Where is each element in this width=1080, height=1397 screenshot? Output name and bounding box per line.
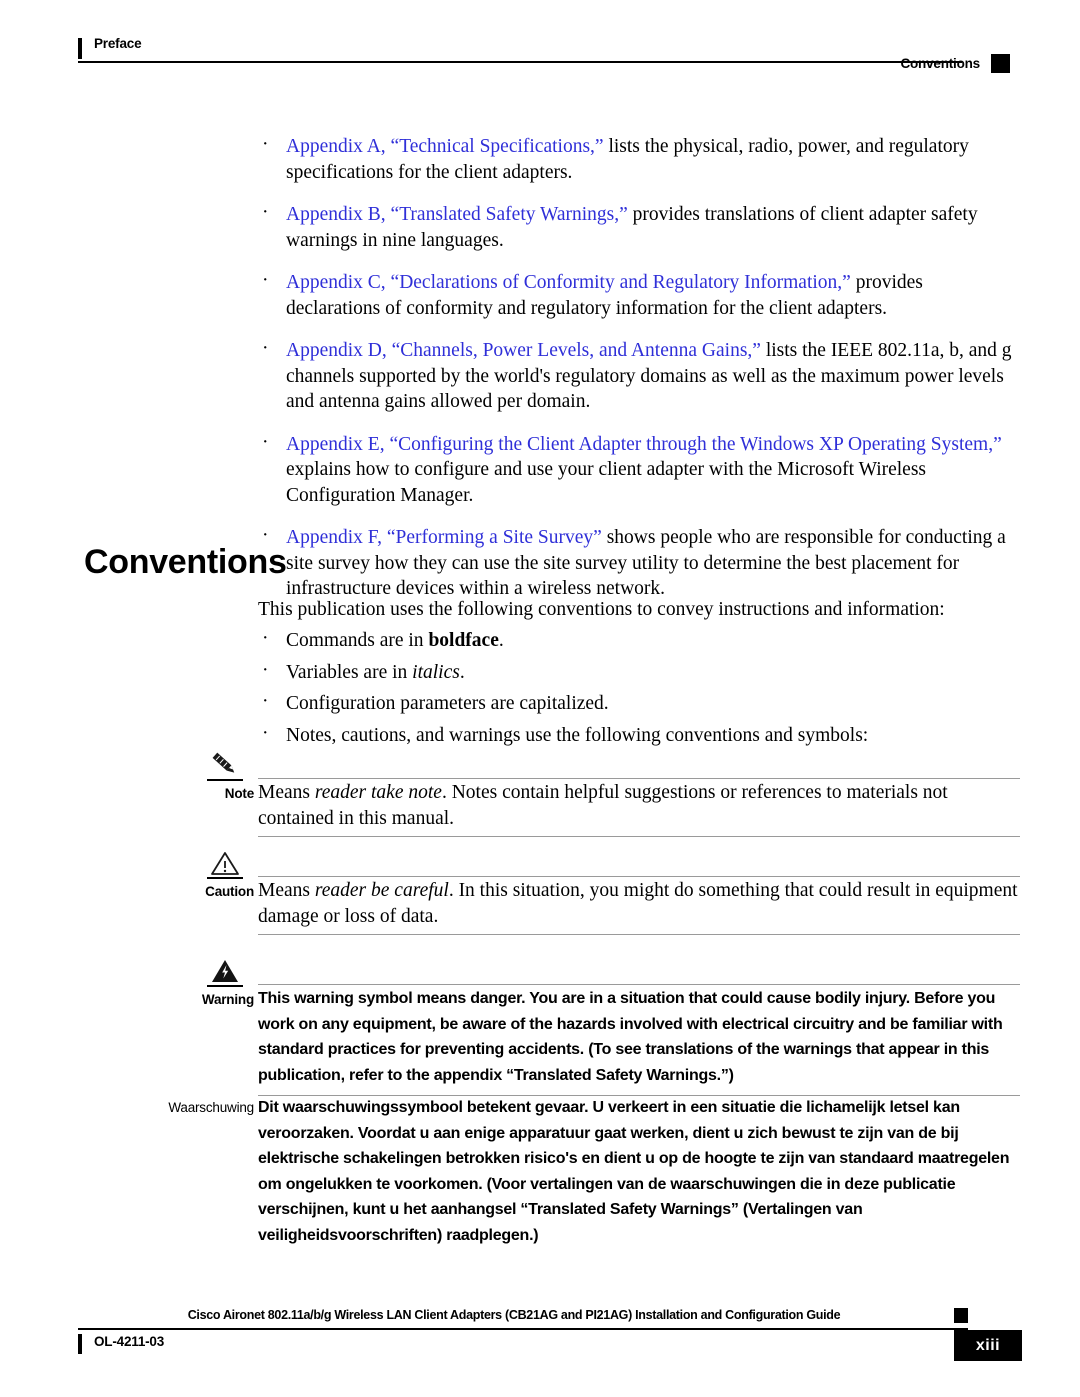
waarschuwing-body: Dit waarschuwingssymbool betekent gevaar… [258,1099,1010,1244]
header-chapter-label: Preface [94,36,142,51]
caution-body: Means reader be careful. In this situati… [258,878,1020,929]
list-item: Appendix D, “Channels, Power Levels, and… [258,336,1014,415]
header-left-marker [78,38,82,59]
conventions-intro: This publication uses the following conv… [258,599,945,620]
list-item: Appendix C, “Declarations of Conformity … [258,268,1014,321]
item-text-pre: Commands are in [286,630,429,651]
note-text-pre: Means [258,782,315,803]
list-item: Notes, cautions, and warnings use the fo… [258,721,1018,749]
item-text-bold: boldface [428,630,499,651]
appendix-list: Appendix A, “Technical Specifications,” … [258,132,1014,619]
caution-icon-underline [207,877,243,879]
list-item: Appendix F, “Performing a Site Survey” s… [258,523,1014,602]
list-item: Commands are in boldface. [258,626,1018,654]
caution-rule-top [258,876,1020,877]
appendix-link[interactable]: Appendix F, “Performing a Site Survey” [286,527,602,548]
warning-body: This warning symbol means danger. You ar… [258,990,1003,1084]
appendix-link[interactable]: Appendix B, “Translated Safety Warnings,… [286,204,628,225]
item-text-post: . [459,661,465,683]
warning-rule-top [258,984,1020,985]
warning-icon-wrap [196,958,254,987]
appendix-link[interactable]: Appendix D, “Channels, Power Levels, and… [286,340,761,361]
note-body: Means reader take note. Notes contain he… [258,780,1020,831]
footer-rule [78,1328,968,1330]
item-text-post: . [498,630,504,651]
note-rule-top [258,778,1020,779]
note-rule-bottom [258,836,1020,837]
list-item: Appendix A, “Technical Specifications,” … [258,132,1014,185]
item-text-pre: Variables are in [286,661,413,683]
appendix-link[interactable]: Appendix C, “Declarations of Conformity … [286,272,851,293]
header-rule [78,61,962,63]
appendix-link[interactable]: Appendix A, “Technical Specifications,” [286,136,604,157]
footer-square-marker [954,1308,968,1323]
item-text-italic: italics [412,661,460,683]
caution-admonition: Caution Means reader be careful. In this… [178,850,1038,950]
page-number-badge: xiii [954,1330,1022,1361]
item-text-pre: Configuration parameters are capitalized… [286,693,609,714]
warning-icon-underline [207,985,243,987]
item-text-pre: Notes, cautions, and warnings use the fo… [286,724,869,746]
page-title: Conventions [84,543,287,581]
caution-icon-wrap [196,850,254,879]
caution-rule-bottom [258,934,1020,935]
note-admonition: Note Means reader take note. Notes conta… [178,752,1038,850]
list-item: Appendix E, “Configuring the Client Adap… [258,430,1014,509]
warning-admonition: Warning This warning symbol means danger… [178,958,1038,1108]
list-item: Appendix B, “Translated Safety Warnings,… [258,200,1014,253]
warning-triangle-icon [211,852,239,875]
caution-label: Caution [205,884,254,899]
note-icon-wrap [196,752,254,781]
conventions-list: Commands are in boldface. Variables are … [258,626,1018,754]
lightning-triangle-icon [212,960,238,982]
waarschuwing-label: Waarschuwing [168,1100,254,1115]
footer-left-marker [78,1334,82,1354]
caution-text-italic: reader be careful [314,880,449,901]
waarschuwing-admonition: Waarschuwing Dit waarschuwingssymbool be… [108,1095,1038,1265]
warning-label: Warning [201,992,254,1007]
note-label: Note [224,786,254,801]
page-footer: Cisco Aironet 802.11a/b/g Wireless LAN C… [78,1308,1022,1378]
list-item: Variables are in italics. [258,658,1018,686]
footer-document-title: Cisco Aironet 802.11a/b/g Wireless LAN C… [187,1308,841,1322]
header-square-marker [991,54,1010,73]
pencil-icon [212,752,235,773]
page-header: Preface Conventions [78,36,1010,76]
caution-text-pre: Means [258,880,315,901]
note-text-italic: reader take note [314,782,442,803]
header-section-label: Conventions [900,56,980,71]
footer-doc-id: OL-4211-03 [94,1334,165,1349]
appendix-link[interactable]: Appendix E, “Configuring the Client Adap… [286,434,1002,455]
note-icon-underline [207,779,243,781]
list-item: Configuration parameters are capitalized… [258,689,1018,717]
appendix-description: explains how to configure and use your c… [286,459,927,506]
